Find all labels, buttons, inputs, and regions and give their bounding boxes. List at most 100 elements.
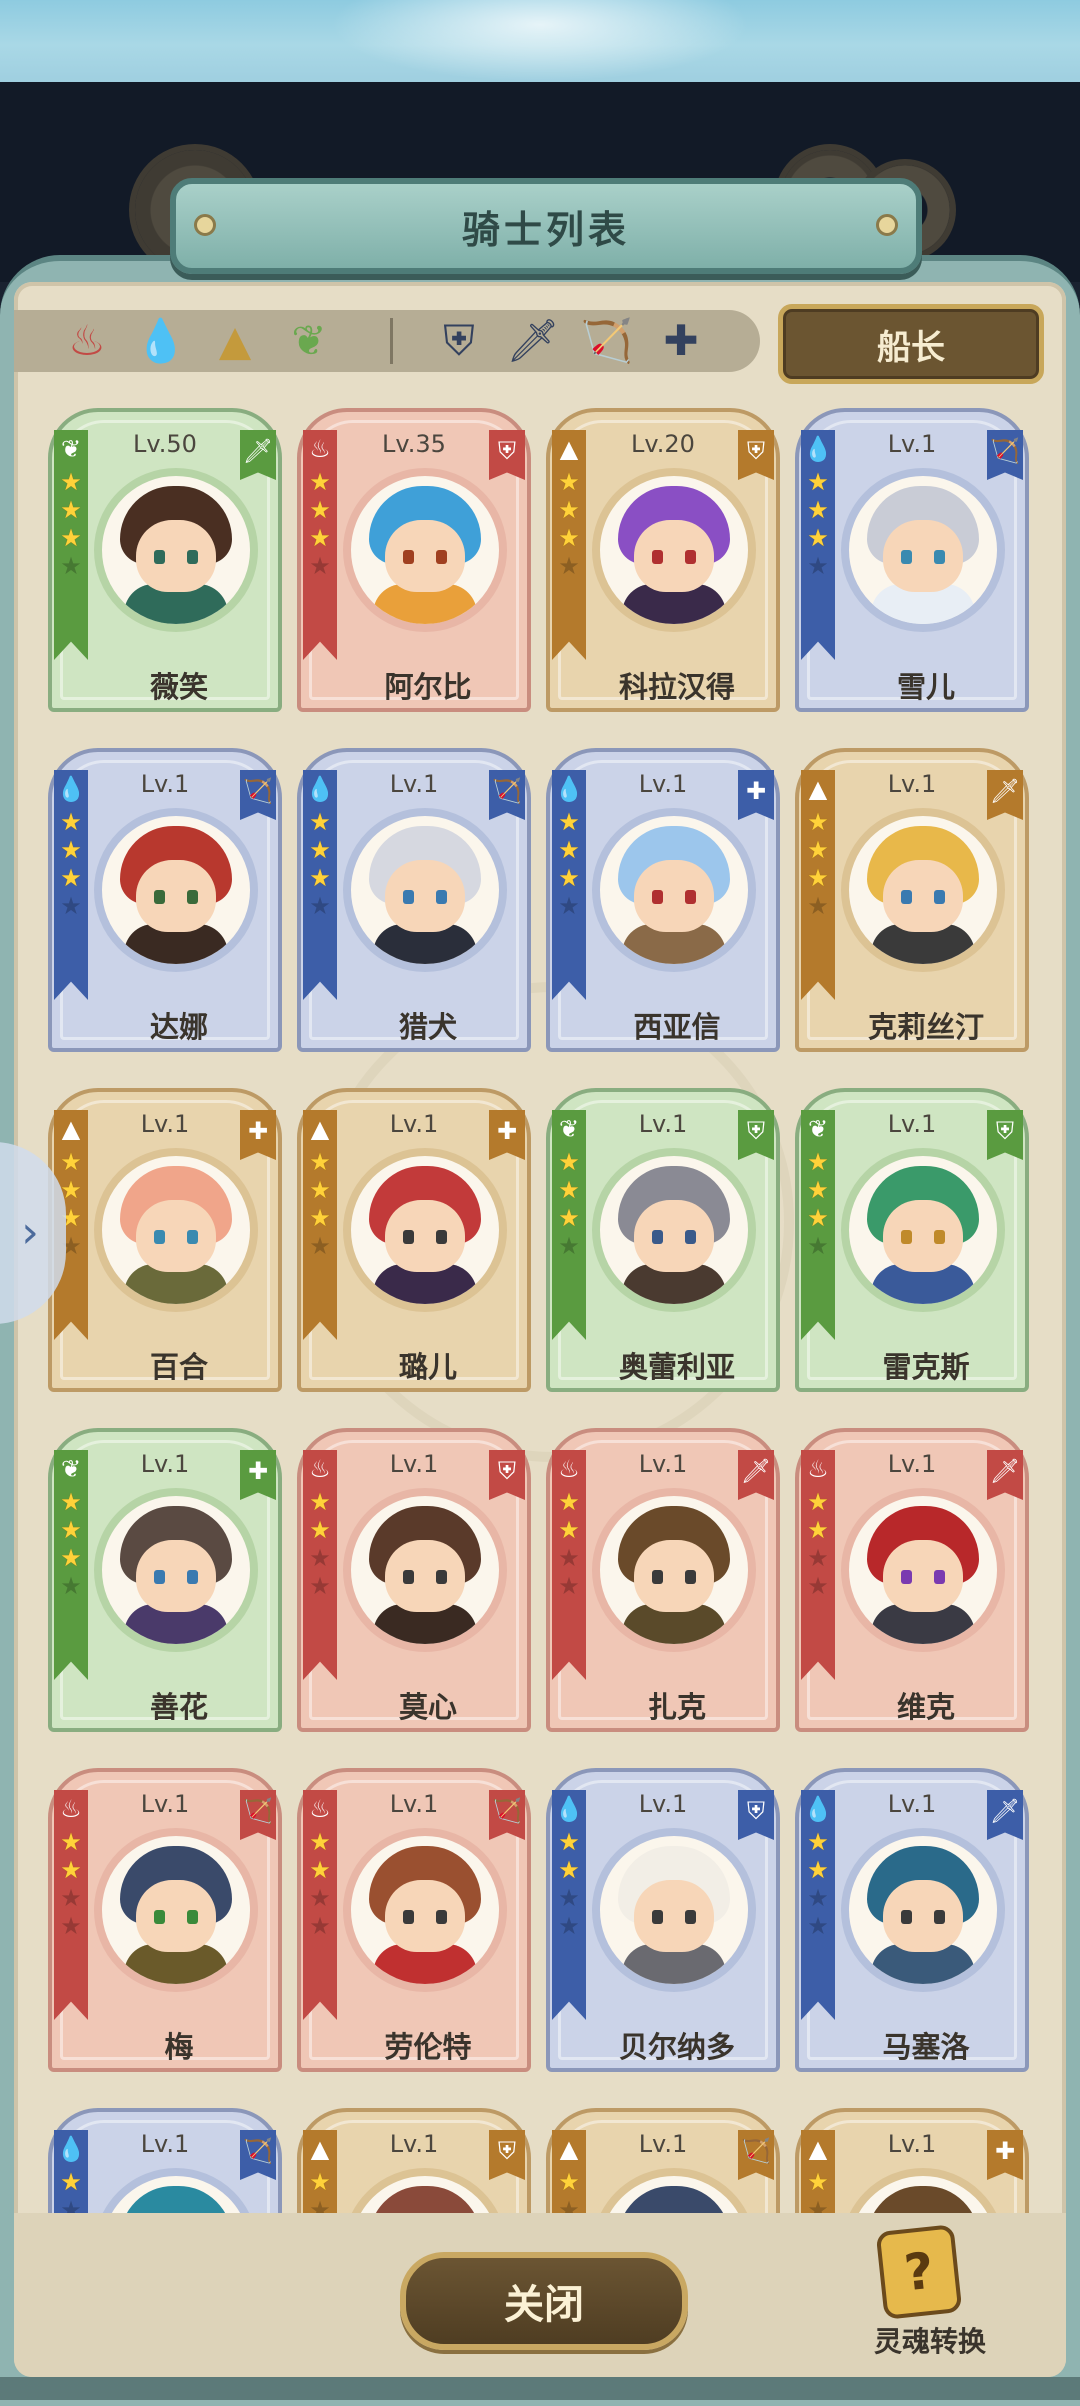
knight-level: Lv.1 (887, 2130, 937, 2158)
water-filter-icon[interactable]: 💧 (132, 312, 190, 370)
knight-card[interactable]: 💧 ★ ★ ★ ★ ⛨ Lv.1 贝尔纳多 (546, 1768, 780, 2072)
star-empty-icon: ★ (807, 552, 829, 580)
water-element-icon: 💧 (56, 2135, 86, 2163)
knight-level: Lv.1 (887, 1450, 937, 1478)
star-empty-icon: ★ (309, 1912, 331, 1940)
star-empty-icon: ★ (558, 1544, 580, 1572)
shield-filter-icon[interactable]: ⛨ (430, 312, 488, 370)
knight-card[interactable]: 💧 ★★★★ 🏹 Lv.1 (48, 2108, 282, 2213)
knight-name: 达娜 (149, 1010, 208, 1044)
soul-convert-label[interactable]: 灵魂转换 (860, 2320, 1000, 2360)
star-filled-icon: ★ (309, 496, 331, 524)
star-empty-icon: ★ (807, 1232, 829, 1260)
portrait-face (136, 520, 216, 592)
water-element-icon: 💧 (803, 435, 833, 463)
star-filled-icon: ★ (309, 1176, 331, 1204)
knight-portrait (592, 808, 756, 972)
wind-filter-icon[interactable]: ❦ (280, 312, 338, 370)
star-rating: ★★★★ (805, 468, 831, 580)
star-rating: ★★★★ (58, 1488, 84, 1600)
star-filled-icon: ★ (60, 1856, 82, 1884)
knight-card[interactable]: ▲ ★ ★ ★ ★ 🗡 Lv.1 克莉丝汀 (795, 748, 1029, 1052)
star-filled-icon: ★ (60, 836, 82, 864)
portrait-face (634, 1880, 714, 1952)
fire-filter-icon[interactable]: ♨ (58, 312, 116, 370)
knight-card[interactable]: ♨ ★ ★ ★ ★ 🏹 Lv.1 劳伦特 (297, 1768, 531, 2072)
star-filled-icon: ★ (807, 1516, 829, 1544)
knight-card[interactable]: 💧 ★ ★ ★ ★ 🏹 Lv.1 雪儿 (795, 408, 1029, 712)
sword-class-icon: 🗡 (738, 1450, 774, 1500)
knight-name: 维克 (896, 1690, 955, 1724)
star-rating: ★★★★ (58, 2168, 84, 2213)
knight-card[interactable]: ▲ ★ ★ ★ ★ ✚ Lv.1 璐儿 (297, 1088, 531, 1392)
star-filled-icon: ★ (309, 1516, 331, 1544)
star-empty-icon: ★ (309, 1572, 331, 1600)
knight-level: Lv.1 (638, 1450, 688, 1478)
star-filled-icon: ★ (558, 1488, 580, 1516)
knight-card[interactable]: ❦ ★ ★ ★ ★ ✚ Lv.1 善花 (48, 1428, 282, 1732)
knight-level: Lv.1 (389, 1790, 439, 1818)
star-filled-icon: ★ (558, 1148, 580, 1176)
star-rating: ★★★★ (556, 808, 582, 920)
knight-portrait (343, 1488, 507, 1652)
knight-level: Lv.1 (140, 770, 190, 798)
knight-level: Lv.20 (631, 430, 695, 458)
knight-name: 西亚信 (633, 1010, 721, 1044)
knight-card[interactable]: ♨ ★ ★ ★ ★ 🗡 Lv.1 扎克 (546, 1428, 780, 1732)
knight-card[interactable]: ❦ ★ ★ ★ ★ ⛨ Lv.1 奥蕾利亚 (546, 1088, 780, 1392)
star-filled-icon: ★ (309, 1488, 331, 1516)
star-rating: ★★★★ (805, 1488, 831, 1600)
soul-convert-icon[interactable]: ? (875, 2224, 963, 2320)
bow-class-icon: 🏹 (738, 2130, 774, 2180)
knight-card[interactable]: ❦ ★ ★ ★ ★ ⛨ Lv.1 雷克斯 (795, 1088, 1029, 1392)
knight-name: 扎克 (647, 1690, 706, 1724)
knight-portrait (343, 808, 507, 972)
knight-card[interactable]: ▲ ★★★★ 🏹 Lv.1 (546, 2108, 780, 2213)
shield-class-icon: ⛨ (489, 2130, 525, 2180)
star-filled-icon: ★ (807, 836, 829, 864)
knight-card[interactable]: 💧 ★ ★ ★ ★ 🗡 Lv.1 马塞洛 (795, 1768, 1029, 2072)
knight-card[interactable]: ▲ ★ ★ ★ ★ ✚ Lv.1 百合 (48, 1088, 282, 1392)
earth-element-icon: ▲ (559, 2135, 579, 2163)
star-rating: ★★★★ (307, 808, 333, 920)
knight-card[interactable]: ♨ ★ ★ ★ ★ 🗡 Lv.1 维克 (795, 1428, 1029, 1732)
water-element-icon: 💧 (803, 1795, 833, 1823)
star-filled-icon: ★ (309, 864, 331, 892)
star-filled-icon: ★ (807, 2168, 829, 2196)
knight-card[interactable]: ▲ ★ ★ ★ ★ ⛨ Lv.20 科拉汉得 (546, 408, 780, 712)
knight-card[interactable]: 💧 ★ ★ ★ ★ 🏹 Lv.1 达娜 (48, 748, 282, 1052)
portrait-face (385, 860, 465, 932)
knight-card[interactable]: ♨ ★ ★ ★ ★ 🏹 Lv.1 梅 (48, 1768, 282, 2072)
star-filled-icon: ★ (309, 468, 331, 496)
portrait-face (136, 1200, 216, 1272)
knight-card[interactable]: 💧 ★ ★ ★ ★ 🏹 Lv.1 猎犬 (297, 748, 531, 1052)
shield-class-icon: ⛨ (987, 1110, 1023, 1160)
star-rating: ★★★★ (307, 2168, 333, 2213)
portrait-hair (867, 2186, 979, 2213)
star-rating: ★★★★ (556, 1828, 582, 1940)
close-button[interactable]: 关闭 (400, 2252, 688, 2350)
star-filled-icon: ★ (309, 1148, 331, 1176)
earth-filter-icon[interactable]: ▲ (206, 312, 264, 370)
knight-card[interactable]: ▲ ★★★★ ✚ Lv.1 (795, 2108, 1029, 2213)
close-button-label: 关闭 (504, 2282, 584, 2328)
star-filled-icon: ★ (60, 1828, 82, 1856)
knight-card[interactable]: ♨ ★ ★ ★ ★ ⛨ Lv.35 阿尔比 (297, 408, 531, 712)
star-rating: ★★★★ (307, 468, 333, 580)
captain-button[interactable]: 船长 (778, 304, 1044, 384)
knight-card[interactable]: ▲ ★★★★ ⛨ Lv.1 (297, 2108, 531, 2213)
knight-level: Lv.50 (133, 430, 197, 458)
knight-card[interactable]: 💧 ★ ★ ★ ★ ✚ Lv.1 西亚信 (546, 748, 780, 1052)
star-rating: ★★★★ (805, 808, 831, 920)
healer-cross-filter-icon[interactable]: ✚ (652, 312, 710, 370)
knight-name: 克莉丝汀 (867, 1010, 984, 1044)
star-rating: ★★★★ (556, 2168, 582, 2213)
portrait-face (634, 1540, 714, 1612)
knight-name: 薇笑 (149, 670, 208, 704)
page-title: 骑士列表 (461, 207, 630, 252)
sword-filter-icon[interactable]: 🗡 (504, 312, 562, 370)
bow-filter-icon[interactable]: 🏹 (578, 312, 636, 370)
knight-card[interactable]: ♨ ★ ★ ★ ★ ⛨ Lv.1 莫心 (297, 1428, 531, 1732)
star-filled-icon: ★ (807, 1148, 829, 1176)
knight-card[interactable]: ❦ ★ ★ ★ ★ 🗡 Lv.50 薇笑 (48, 408, 282, 712)
